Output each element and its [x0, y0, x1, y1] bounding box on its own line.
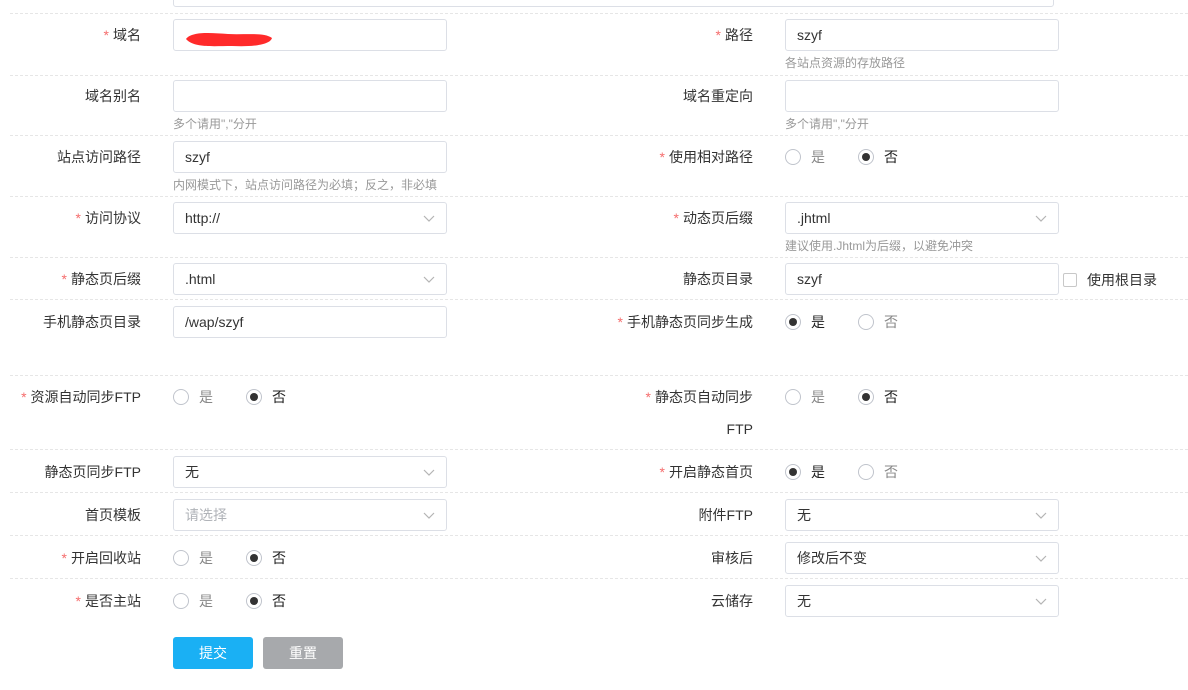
domain-redirect-label: 域名重定向	[683, 88, 753, 104]
row-divider	[10, 75, 1188, 76]
row-divider	[10, 257, 1188, 258]
domain-redirect-input[interactable]	[785, 80, 1059, 112]
checkbox-icon	[1063, 273, 1077, 287]
static-auto-sync-no-radio[interactable]: 否	[858, 388, 898, 406]
enable-static-home-no-radio[interactable]: 否	[858, 463, 898, 481]
attachment-ftp-label: 附件FTP	[698, 507, 753, 523]
chevron-down-icon	[1035, 215, 1047, 222]
use-relative-path-label: * 使用相对路径	[659, 149, 753, 165]
static-dir-input[interactable]: szyf	[785, 263, 1059, 295]
domain-alias-hint: 多个请用","分开	[173, 117, 257, 131]
path-label: * 路径	[715, 27, 753, 43]
enable-static-home-label: * 开启静态首页	[659, 464, 753, 480]
radio-checked-icon	[858, 389, 874, 405]
use-root-dir-checkbox[interactable]: 使用根目录	[1063, 270, 1157, 290]
row-divider	[10, 13, 1188, 14]
radio-circle-icon	[858, 464, 874, 480]
row-divider	[10, 535, 1188, 536]
row-divider	[10, 375, 1188, 376]
site-access-path-hint: 内网模式下，站点访问路径为必填；反之，非必填	[173, 178, 438, 192]
submit-button[interactable]: 提交	[173, 637, 253, 669]
static-dir-label: 静态页目录	[683, 271, 753, 287]
radio-checked-icon	[246, 389, 262, 405]
chevron-down-icon	[1035, 598, 1047, 605]
mobile-static-sync-yes-radio[interactable]: 是	[785, 313, 825, 331]
row-divider	[10, 578, 1188, 579]
reset-button[interactable]: 重置	[263, 637, 343, 669]
radio-circle-icon	[173, 389, 189, 405]
chevron-down-icon	[1035, 555, 1047, 562]
after-review-select[interactable]: 修改后不变	[785, 542, 1059, 574]
mobile-static-sync-label: * 手机静态页同步生成	[617, 314, 753, 330]
dynamic-suffix-hint: 建议使用.Jhtml为后缀，以避免冲突	[785, 239, 974, 253]
radio-circle-icon	[785, 149, 801, 165]
resource-auto-ftp-label: * 资源自动同步FTP	[21, 389, 141, 405]
domain-redirect-hint: 多个请用","分开	[785, 117, 869, 131]
dynamic-suffix-select[interactable]: .jhtml	[785, 202, 1059, 234]
resource-auto-ftp-no-radio[interactable]: 否	[246, 388, 286, 406]
path-hint: 各站点资源的存放路径	[785, 56, 906, 70]
static-auto-sync-yes-radio[interactable]: 是	[785, 388, 825, 406]
cloud-storage-label: 云储存	[711, 593, 753, 609]
radio-checked-icon	[858, 149, 874, 165]
cloud-storage-select[interactable]: 无	[785, 585, 1059, 617]
dynamic-suffix-label: * 动态页后缀	[673, 210, 753, 226]
radio-circle-icon	[785, 389, 801, 405]
previous-field-box	[173, 0, 1054, 7]
row-divider	[10, 135, 1188, 136]
mobile-static-sync-no-radio[interactable]: 否	[858, 313, 898, 331]
path-input[interactable]: szyf	[785, 19, 1059, 51]
mobile-static-dir-input[interactable]: /wap/szyf	[173, 306, 447, 338]
row-divider	[10, 196, 1188, 197]
mobile-static-dir-label: 手机静态页目录	[43, 314, 141, 330]
use-relative-path-yes-radio[interactable]: 是	[785, 148, 825, 166]
radio-checked-icon	[785, 314, 801, 330]
row-divider	[10, 299, 1188, 300]
static-auto-sync-label: * 静态页自动同步FTP	[645, 389, 753, 437]
radio-circle-icon	[858, 314, 874, 330]
row-divider	[10, 492, 1188, 493]
enable-static-home-yes-radio[interactable]: 是	[785, 463, 825, 481]
radio-checked-icon	[785, 464, 801, 480]
row-divider	[10, 449, 1188, 450]
resource-auto-ftp-yes-radio[interactable]: 是	[173, 388, 213, 406]
chevron-down-icon	[1035, 512, 1047, 519]
after-review-label: 审核后	[711, 550, 753, 566]
attachment-ftp-select[interactable]: 无	[785, 499, 1059, 531]
use-relative-path-no-radio[interactable]: 否	[858, 148, 898, 166]
